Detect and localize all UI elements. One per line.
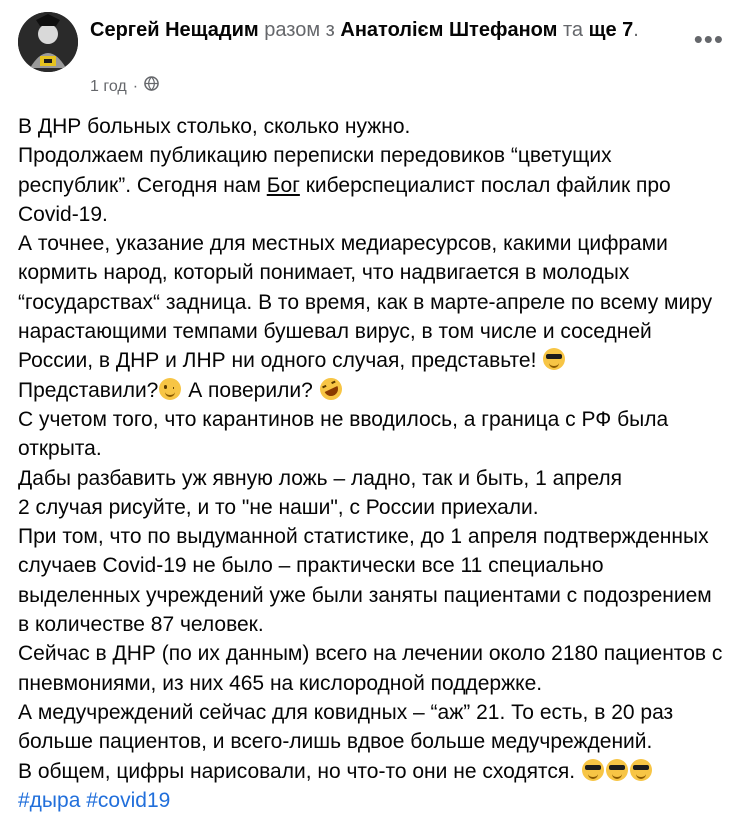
facebook-post: Сергей Нещадим разом з Анатолієм Штефано…: [0, 0, 742, 815]
smiling-face-with-sunglasses-icon: [629, 758, 652, 781]
globe-icon[interactable]: [144, 76, 159, 97]
tagged-person[interactable]: Анатолієм Штефаном: [340, 19, 557, 41]
post-line: В общем, цифры нарисовали, но что-то они…: [18, 757, 724, 786]
post-line: Сейчас в ДНР (по их данным) всего на леч…: [18, 642, 723, 695]
author-line: Сергей Нещадим разом з Анатолієм Штефано…: [90, 16, 650, 44]
winking-face-icon: [159, 377, 182, 400]
post-line: Дабы разбавить уж явную ложь – ладно, та…: [18, 466, 622, 490]
post-header: Сергей Нещадим разом з Анатолієм Штефано…: [18, 12, 724, 100]
post-line: Продолжаем публикацию переписки передови…: [18, 144, 671, 226]
post-line: А точнее, указание для местных медиаресу…: [18, 232, 713, 373]
tagged-others[interactable]: ще 7: [589, 19, 634, 41]
post-line: При том, что по выдуманной статистике, д…: [18, 525, 712, 637]
struck-word: Бог: [266, 173, 300, 197]
rolling-on-the-floor-laughing-icon: [315, 374, 346, 404]
smiling-face-with-sunglasses-icon: [581, 758, 604, 781]
author-avatar[interactable]: [18, 12, 78, 72]
hashtags: #дыра #covid19: [18, 786, 724, 815]
post-line: 2 случая рисуйте, и то "не наши", с Росс…: [18, 495, 539, 519]
post-line: С учетом того, что карантинов не вводило…: [18, 407, 669, 461]
smiling-face-with-sunglasses-icon: [605, 758, 628, 781]
period: .: [633, 19, 639, 41]
with-text: разом з: [264, 19, 335, 41]
meta-separator: ·: [132, 77, 139, 95]
smiling-face-with-sunglasses-icon: [543, 348, 566, 371]
and-text: та: [562, 19, 584, 41]
post-line: В ДНР больных столько, сколько нужно.: [18, 115, 411, 138]
hashtag-link[interactable]: #covid19: [86, 789, 170, 812]
post-meta: 1 год ·: [90, 76, 159, 97]
post-line: Представили? А поверили?: [18, 374, 724, 405]
author-name[interactable]: Сергей Нещадим: [90, 19, 259, 41]
post-time[interactable]: 1 год: [90, 77, 127, 97]
avatar-image: [18, 12, 78, 72]
hashtag-link[interactable]: #дыра: [18, 789, 80, 812]
more-options-button[interactable]: •••: [694, 26, 724, 52]
post-line: А медучреждений сейчас для ковидных – “а…: [18, 700, 674, 754]
post-body: В ДНР больных столько, сколько нужно. Пр…: [18, 112, 724, 815]
